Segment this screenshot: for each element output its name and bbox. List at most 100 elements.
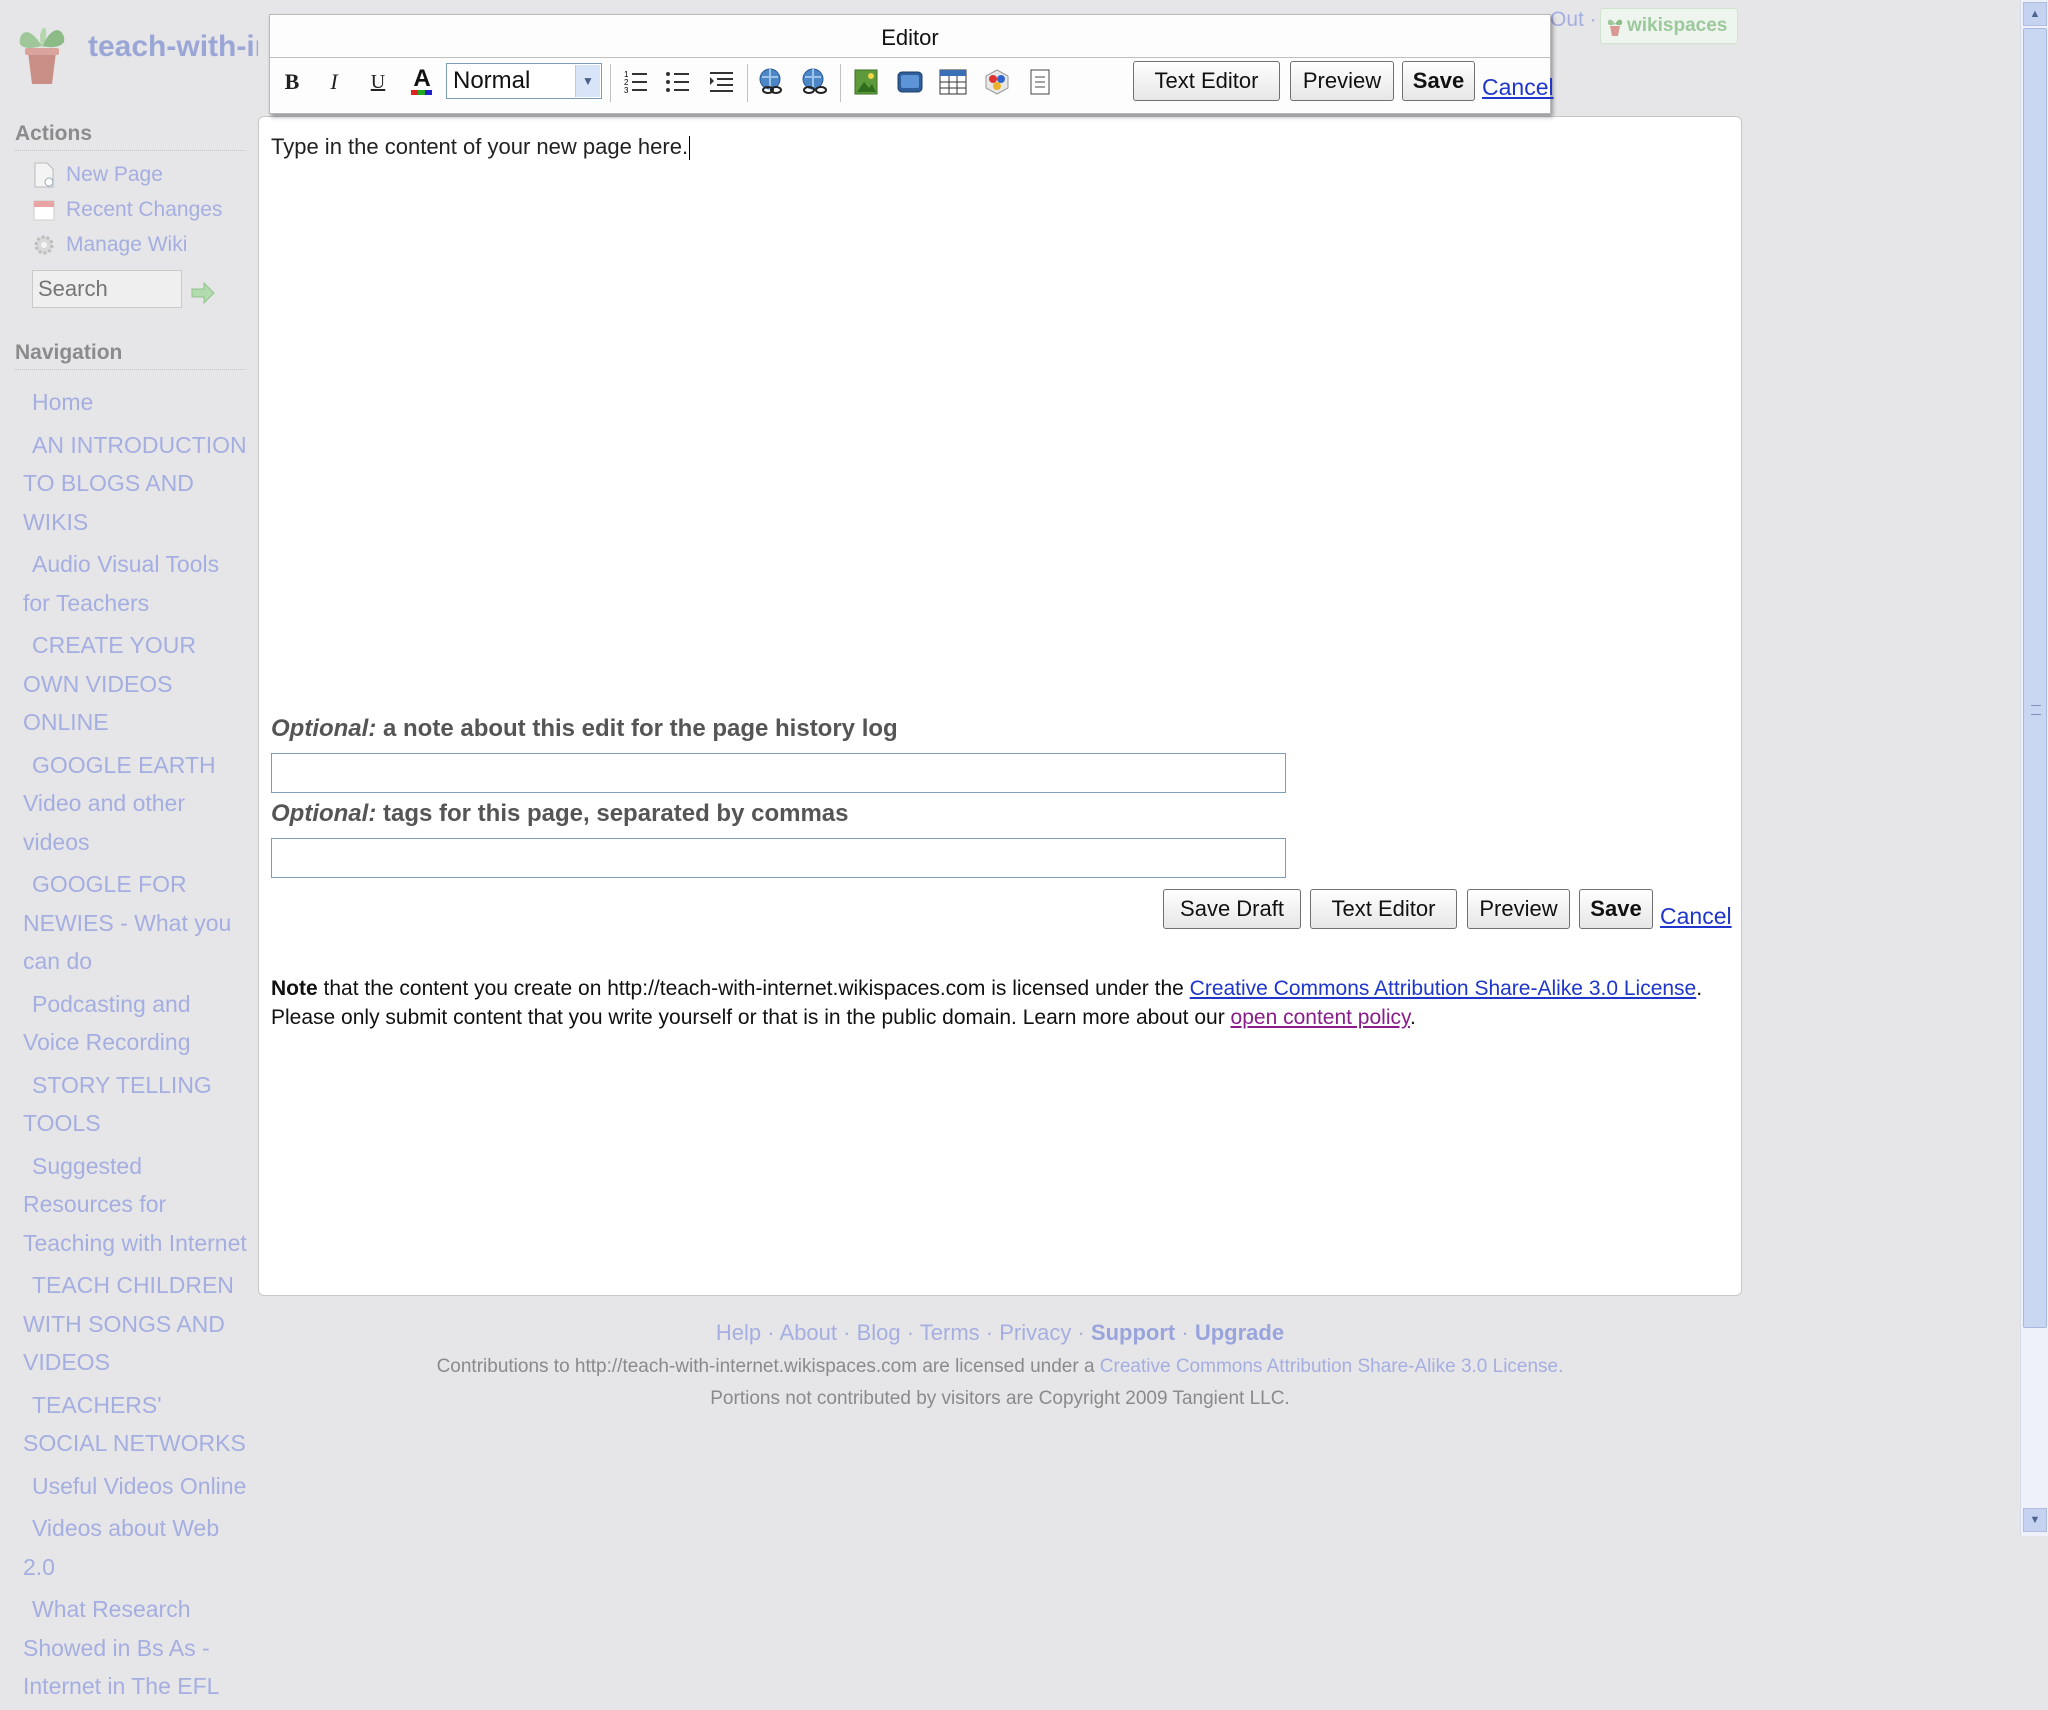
numbered-list-icon[interactable]: 123 bbox=[618, 64, 654, 100]
new-page-label: New Page bbox=[66, 163, 163, 186]
editor-placeholder-text: Type in the content of your new page her… bbox=[271, 134, 689, 159]
gear-icon bbox=[32, 232, 56, 258]
tags-label-text: tags for this page, separated by commas bbox=[383, 800, 849, 827]
navigation-list: Home AN INTRODUCTION TO BLOGS AND WIKIS … bbox=[23, 383, 248, 1710]
optional-word: Optional: bbox=[271, 800, 377, 827]
table-icon[interactable] bbox=[935, 64, 971, 100]
footer-copyright: Portions not contributed by visitors are… bbox=[710, 1388, 1290, 1409]
text-editor-button-top[interactable]: Text Editor bbox=[1133, 61, 1280, 101]
toolbar-title: Editor bbox=[270, 15, 1550, 58]
italic-icon[interactable]: I bbox=[316, 64, 352, 100]
toolbar-separator bbox=[840, 64, 841, 102]
search-input[interactable] bbox=[32, 270, 182, 308]
footer-terms-link[interactable]: Terms bbox=[920, 1320, 980, 1345]
wikispaces-badge[interactable]: wikispaces bbox=[1600, 8, 1739, 44]
recent-changes-label: Recent Changes bbox=[66, 198, 223, 221]
search-go-arrow-icon[interactable] bbox=[190, 282, 216, 304]
footer-cc-link[interactable]: Creative Commons Attribution Share-Alike… bbox=[1100, 1356, 1558, 1377]
format-select-value: Normal bbox=[453, 67, 531, 94]
new-page-link[interactable]: New Page bbox=[32, 160, 163, 190]
page-properties-icon[interactable] bbox=[1022, 64, 1058, 100]
creative-commons-link[interactable]: Creative Commons Attribution Share-Alike… bbox=[1190, 977, 1697, 1000]
nav-item-podcasting[interactable]: Podcasting and Voice Recording bbox=[23, 985, 248, 1062]
nav-item-useful-videos-online[interactable]: Useful Videos Online bbox=[23, 1467, 248, 1506]
footer-privacy-link[interactable]: Privacy bbox=[999, 1320, 1071, 1345]
preview-button-bottom[interactable]: Preview bbox=[1467, 889, 1570, 929]
edit-note-input[interactable] bbox=[271, 753, 1286, 793]
note-word: Note bbox=[271, 977, 318, 1000]
site-name[interactable]: teach-with-internet bbox=[88, 30, 258, 64]
edit-note-label: Optional: a note about this edit for the… bbox=[271, 715, 898, 743]
optional-word: Optional: bbox=[271, 715, 377, 742]
unlink-icon[interactable] bbox=[797, 64, 833, 100]
manage-wiki-link[interactable]: Manage Wiki bbox=[32, 230, 187, 260]
link-icon[interactable] bbox=[754, 64, 790, 100]
footer-about-link[interactable]: About bbox=[780, 1320, 838, 1345]
new-page-icon bbox=[32, 162, 56, 188]
nav-item-videos-web-2[interactable]: Videos about Web 2.0 bbox=[23, 1509, 248, 1586]
sign-out-link[interactable]: Out · bbox=[1550, 8, 1597, 32]
nav-item-google-for-newies[interactable]: GOOGLE FOR NEWIES - What you can do bbox=[23, 865, 248, 981]
wikispaces-plant-icon bbox=[1607, 19, 1623, 36]
widget-icon[interactable] bbox=[979, 64, 1015, 100]
footer-contrib-end: . bbox=[1558, 1356, 1564, 1377]
chevron-down-icon: ▼ bbox=[575, 65, 600, 97]
calendar-icon bbox=[32, 197, 56, 223]
wiki-logo-plant-icon[interactable] bbox=[16, 16, 68, 86]
wikispaces-label: wikispaces bbox=[1627, 15, 1728, 36]
scrollbar-thumb[interactable] bbox=[2023, 28, 2047, 1328]
scrollbar-grip bbox=[2031, 705, 2041, 715]
license-note-text-1: that the content you create on http://te… bbox=[317, 977, 1190, 1000]
license-note-text-3: . bbox=[1409, 1006, 1416, 1029]
tags-label: Optional: tags for this page, separated … bbox=[271, 800, 848, 828]
footer-support-link[interactable]: Support bbox=[1091, 1320, 1175, 1345]
nav-item-create-videos-online[interactable]: CREATE YOUR OWN VIDEOS ONLINE bbox=[23, 626, 248, 742]
vertical-scrollbar[interactable]: ▲ ▼ bbox=[2020, 0, 2048, 1536]
image-icon[interactable] bbox=[848, 64, 884, 100]
nav-item-story-telling-tools[interactable]: STORY TELLING TOOLS bbox=[23, 1066, 248, 1143]
toolbar-separator bbox=[610, 64, 611, 102]
editor-content-area[interactable]: Type in the content of your new page her… bbox=[271, 134, 691, 161]
editor-panel bbox=[258, 116, 1742, 1296]
nav-item-audio-visual-tools[interactable]: Audio Visual Tools for Teachers bbox=[23, 545, 248, 622]
manage-wiki-label: Manage Wiki bbox=[66, 233, 188, 256]
save-draft-button[interactable]: Save Draft bbox=[1163, 889, 1301, 929]
footer-blog-link[interactable]: Blog bbox=[857, 1320, 901, 1345]
footer-links: Help · About · Blog · Terms · Privacy · … bbox=[715, 1320, 1285, 1345]
bold-icon[interactable]: B bbox=[274, 64, 310, 100]
text-editor-button-bottom[interactable]: Text Editor bbox=[1310, 889, 1457, 929]
navigation-heading: Navigation bbox=[15, 341, 245, 370]
nav-item-suggested-resources[interactable]: Suggested Resources for Teaching with In… bbox=[23, 1147, 248, 1263]
underline-icon[interactable]: U bbox=[360, 64, 396, 100]
bullet-list-icon[interactable] bbox=[660, 64, 696, 100]
indent-icon[interactable] bbox=[704, 64, 740, 100]
footer-contributions: Contributions to http://teach-with-inter… bbox=[0, 1356, 2000, 1378]
cancel-link-bottom[interactable]: Cancel bbox=[1660, 903, 1732, 930]
footer-upgrade-link[interactable]: Upgrade bbox=[1195, 1320, 1284, 1345]
preview-button-top[interactable]: Preview bbox=[1290, 61, 1394, 101]
nav-item-introduction-blogs-wikis[interactable]: AN INTRODUCTION TO BLOGS AND WIKIS bbox=[23, 426, 248, 542]
footer-help-link[interactable]: Help bbox=[716, 1320, 761, 1345]
scroll-down-arrow-icon[interactable]: ▼ bbox=[2023, 1508, 2047, 1532]
toolbar-separator bbox=[747, 64, 748, 102]
text-color-icon[interactable]: A bbox=[404, 62, 440, 98]
open-content-policy-link[interactable]: open content policy bbox=[1231, 1006, 1410, 1029]
edit-note-label-text: a note about this edit for the page hist… bbox=[383, 715, 898, 742]
save-button-bottom[interactable]: Save bbox=[1579, 889, 1653, 929]
svg-text:3: 3 bbox=[624, 86, 629, 95]
svg-text:A: A bbox=[413, 65, 430, 92]
scroll-up-arrow-icon[interactable]: ▲ bbox=[2023, 2, 2047, 26]
license-note: Note that the content you create on http… bbox=[271, 974, 1721, 1032]
cancel-link-top[interactable]: Cancel bbox=[1482, 74, 1554, 101]
format-select[interactable]: Normal ▼ bbox=[446, 63, 602, 99]
recent-changes-link[interactable]: Recent Changes bbox=[32, 195, 222, 225]
footer-contrib-text: Contributions to http://teach-with-inter… bbox=[436, 1356, 1100, 1377]
nav-item-google-earth[interactable]: GOOGLE EARTH Video and other videos bbox=[23, 746, 248, 862]
actions-heading: Actions bbox=[15, 122, 245, 151]
nav-item-home[interactable]: Home bbox=[23, 383, 248, 422]
nav-item-what-research-showed[interactable]: What Research Showed in Bs As - Internet… bbox=[23, 1590, 248, 1706]
text-caret bbox=[689, 136, 691, 161]
tags-input[interactable] bbox=[271, 838, 1286, 878]
save-button-top[interactable]: Save bbox=[1402, 61, 1475, 101]
media-icon[interactable] bbox=[892, 64, 928, 100]
